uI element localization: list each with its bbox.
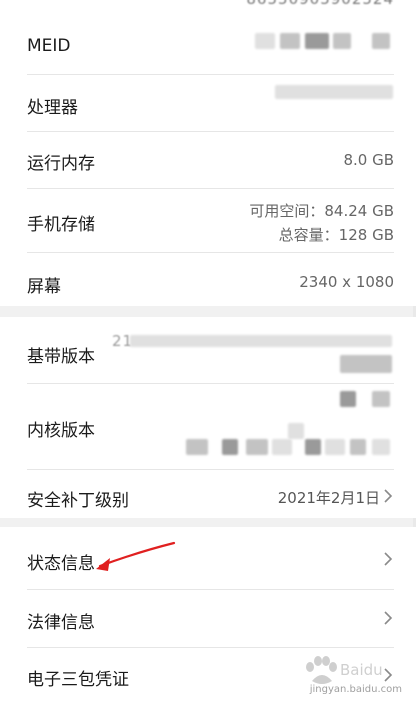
svg-text:Baidu: Baidu [340,661,383,679]
chevron-right-icon [382,488,394,504]
processor-redacted [275,85,393,99]
baseband-label: 基带版本 [27,347,95,367]
watermark-text: jingyan.baidu.com [309,684,402,695]
red-annotation-arrow-icon [96,541,176,571]
meid-redacted [255,33,275,49]
version-info-card: 基带版本 21 内核版本 安全补丁级别 2021年2月1日 [0,317,416,518]
row-status-info[interactable]: 状态信息 [0,527,416,589]
row-storage: 手机存储 可用空间：84.24 GB 总容量：128 GB [0,188,416,252]
chevron-right-icon [382,551,394,567]
ram-value: 8.0 GB [343,151,394,169]
ram-label: 运行内存 [27,154,95,174]
legal-info-label: 法律信息 [27,613,95,633]
device-info-card: 86550905902524 MEID 处理器 运行内存 8.0 GB 手机存储… [0,0,416,306]
e-warranty-label: 电子三包凭证 [27,670,129,690]
storage-label: 手机存储 [27,215,95,235]
row-kernel: 内核版本 [0,383,416,469]
security-patch-value: 2021年2月1日 [277,489,380,507]
row-baseband: 基带版本 21 [0,317,416,383]
processor-label: 处理器 [27,98,78,118]
meid-label: MEID [27,36,71,56]
baseband-redacted [340,355,392,373]
clipped-top-value: 86550905902524 [246,0,394,8]
kernel-redacted [340,391,356,407]
screen-label: 屏幕 [27,277,61,297]
row-legal-info[interactable]: 法律信息 [0,589,416,647]
kernel-label: 内核版本 [27,421,95,441]
storage-total: 总容量：128 GB [278,226,394,244]
row-meid: MEID [0,18,416,76]
row-processor: 处理器 [0,75,416,133]
security-patch-label: 安全补丁级别 [27,491,129,511]
screen-value: 2340 x 1080 [299,273,394,291]
storage-available: 可用空间：84.24 GB [249,202,394,220]
row-security-patch[interactable]: 安全补丁级别 2021年2月1日 [0,469,416,518]
status-info-label: 状态信息 [27,554,95,574]
chevron-right-icon [382,610,394,626]
row-ram: 运行内存 8.0 GB [0,131,416,188]
row-screen: 屏幕 2340 x 1080 [0,252,416,306]
